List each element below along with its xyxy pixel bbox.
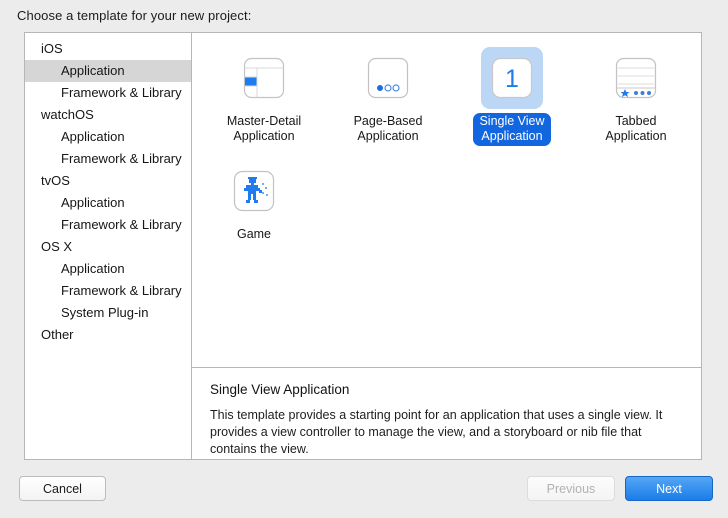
sidebar-item-application[interactable]: Application	[25, 60, 191, 82]
template-item-single-view[interactable]: 1 Single ViewApplication	[452, 47, 572, 146]
template-label: Single ViewApplication	[473, 113, 550, 146]
master-detail-icon	[233, 47, 295, 109]
description-body: This template provides a starting point …	[210, 407, 681, 458]
template-item-tabbed[interactable]: TabbedApplication	[576, 47, 696, 146]
cancel-button[interactable]: Cancel	[19, 476, 106, 501]
page-title: Choose a template for your new project:	[17, 8, 251, 24]
previous-button: Previous	[527, 476, 615, 501]
template-grid[interactable]: Master-DetailApplication Page-BasedApplic…	[192, 33, 701, 367]
svg-text:1: 1	[505, 65, 519, 93]
sidebar-item-system-plug-in[interactable]: System Plug-in	[25, 302, 191, 324]
sidebar-item-application[interactable]: Application	[25, 126, 191, 148]
template-label: Game	[231, 226, 277, 244]
sidebar-item-framework-library[interactable]: Framework & Library	[25, 280, 191, 302]
template-label: Page-BasedApplication	[348, 113, 429, 146]
sidebar-item-application[interactable]: Application	[25, 192, 191, 214]
sidebar-item-framework-library[interactable]: Framework & Library	[25, 148, 191, 170]
template-content-area: Master-DetailApplication Page-BasedApplic…	[192, 33, 701, 459]
template-label: Master-DetailApplication	[221, 113, 307, 146]
sidebar-item-ios[interactable]: iOS	[25, 38, 191, 60]
template-item-page-based[interactable]: Page-BasedApplication	[328, 47, 448, 146]
dialog-footer: Cancel Previous Next	[0, 460, 728, 518]
sidebar-item-framework-library[interactable]: Framework & Library	[25, 82, 191, 104]
sidebar-item-other[interactable]: Other	[25, 324, 191, 346]
template-chooser-panel: iOSApplicationFramework & LibrarywatchOS…	[24, 32, 702, 460]
sidebar-item-tvos[interactable]: tvOS	[25, 170, 191, 192]
platform-sidebar[interactable]: iOSApplicationFramework & LibrarywatchOS…	[25, 33, 192, 459]
sidebar-item-framework-library[interactable]: Framework & Library	[25, 214, 191, 236]
sidebar-item-os-x[interactable]: OS X	[25, 236, 191, 258]
next-button[interactable]: Next	[625, 476, 713, 501]
game-icon	[223, 160, 285, 222]
sidebar-item-application[interactable]: Application	[25, 258, 191, 280]
tabbed-icon	[605, 47, 667, 109]
page-based-icon	[357, 47, 419, 109]
description-title: Single View Application	[210, 381, 681, 398]
template-item-game[interactable]: Game	[194, 160, 314, 244]
single-view-icon: 1	[481, 47, 543, 109]
template-label: TabbedApplication	[599, 113, 672, 146]
template-item-master-detail[interactable]: Master-DetailApplication	[204, 47, 324, 146]
description-panel: Single View Application This template pr…	[192, 367, 701, 459]
sidebar-item-watchos[interactable]: watchOS	[25, 104, 191, 126]
